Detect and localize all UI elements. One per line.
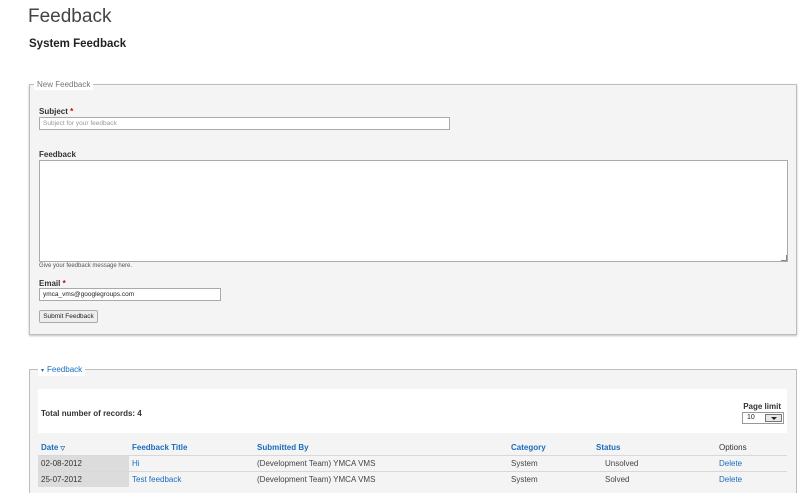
subject-label: Subject * [39, 107, 73, 116]
row-options-cell: Delete [716, 471, 787, 487]
row-category: System [508, 471, 593, 487]
subject-required-mark: * [70, 107, 74, 116]
row-title-cell: Test feedback [129, 471, 254, 487]
chevron-down-icon[interactable] [765, 414, 782, 422]
column-header-title[interactable]: Feedback Title [129, 440, 254, 456]
column-header-submitted-by[interactable]: Submitted By [254, 440, 508, 456]
page-limit-label: Page limit [743, 402, 781, 411]
feedback-list-fieldset: ▾ Feedback Total number of records: 4 Pag… [29, 365, 797, 493]
column-header-options: Options [719, 443, 747, 452]
sort-desc-icon[interactable]: ▽ [60, 446, 65, 452]
page-limit-value: 10 [747, 414, 755, 421]
delete-link[interactable]: Delete [719, 459, 742, 468]
resize-grip-icon[interactable] [781, 255, 787, 261]
feedback-list-legend-text[interactable]: Feedback [47, 365, 82, 374]
column-header-status[interactable]: Status [593, 440, 716, 456]
new-feedback-legend: New Feedback [34, 80, 94, 90]
feedback-title-link[interactable]: Test feedback [132, 475, 181, 484]
sort-status-link[interactable]: Status [596, 443, 620, 452]
total-records-text: Total number of records: 4 [41, 409, 142, 418]
email-field[interactable] [39, 288, 221, 301]
feedback-textarea-wrap [39, 160, 788, 262]
row-title-cell: Hi [129, 455, 254, 472]
sort-category-link[interactable]: Category [511, 443, 546, 452]
row-date: 25-07-2012 [38, 471, 129, 487]
subject-input[interactable] [39, 117, 450, 130]
delete-link[interactable]: Delete [719, 475, 742, 484]
row-status: Unsolved [593, 455, 716, 472]
sort-submitted-by-link[interactable]: Submitted By [257, 443, 309, 452]
row-submitted-by: (Development Team) YMCA VMS [254, 455, 508, 472]
email-label-text: Email [39, 279, 61, 288]
row-status: Solved [593, 471, 716, 487]
new-feedback-fieldset: New Feedback Subject * Feedback Give you… [29, 80, 797, 335]
column-header-date[interactable]: Date ▽ [38, 440, 129, 456]
row-category: System [508, 455, 593, 472]
row-options-cell: Delete [716, 455, 787, 472]
table-row: 25-07-2012 Test feedback (Development Te… [38, 471, 787, 487]
feedback-list-legend[interactable]: ▾ Feedback [38, 365, 86, 376]
subject-label-text: Subject [39, 107, 68, 116]
column-header-category[interactable]: Category [508, 440, 593, 456]
table-header-row: Date ▽ Feedback Title Submitted By Catego… [38, 440, 787, 456]
sort-date-link[interactable]: Date [41, 443, 58, 452]
email-label: Email * [39, 279, 66, 288]
feedback-hint: Give your feedback message here. [39, 263, 133, 269]
row-date: 02-08-2012 [38, 455, 129, 472]
feedback-title-link[interactable]: Hi [132, 459, 140, 468]
records-summary: Total number of records: 4 Page limit 10 [38, 389, 787, 433]
sort-title-link[interactable]: Feedback Title [132, 443, 187, 452]
page-title: Feedback [28, 6, 112, 27]
feedback-textarea[interactable] [39, 160, 788, 262]
feedback-table: Date ▽ Feedback Title Submitted By Catego… [38, 440, 787, 487]
table-row: 02-08-2012 Hi (Development Team) YMCA VM… [38, 455, 787, 472]
page-limit-select[interactable]: 10 [742, 412, 784, 424]
collapse-triangle-icon[interactable]: ▾ [41, 368, 44, 374]
row-submitted-by: (Development Team) YMCA VMS [254, 471, 508, 487]
feedback-label: Feedback [39, 150, 76, 159]
section-title: System Feedback [29, 38, 127, 50]
email-required-mark: * [62, 279, 66, 288]
submit-feedback-button[interactable]: Submit Feedback [39, 310, 98, 323]
